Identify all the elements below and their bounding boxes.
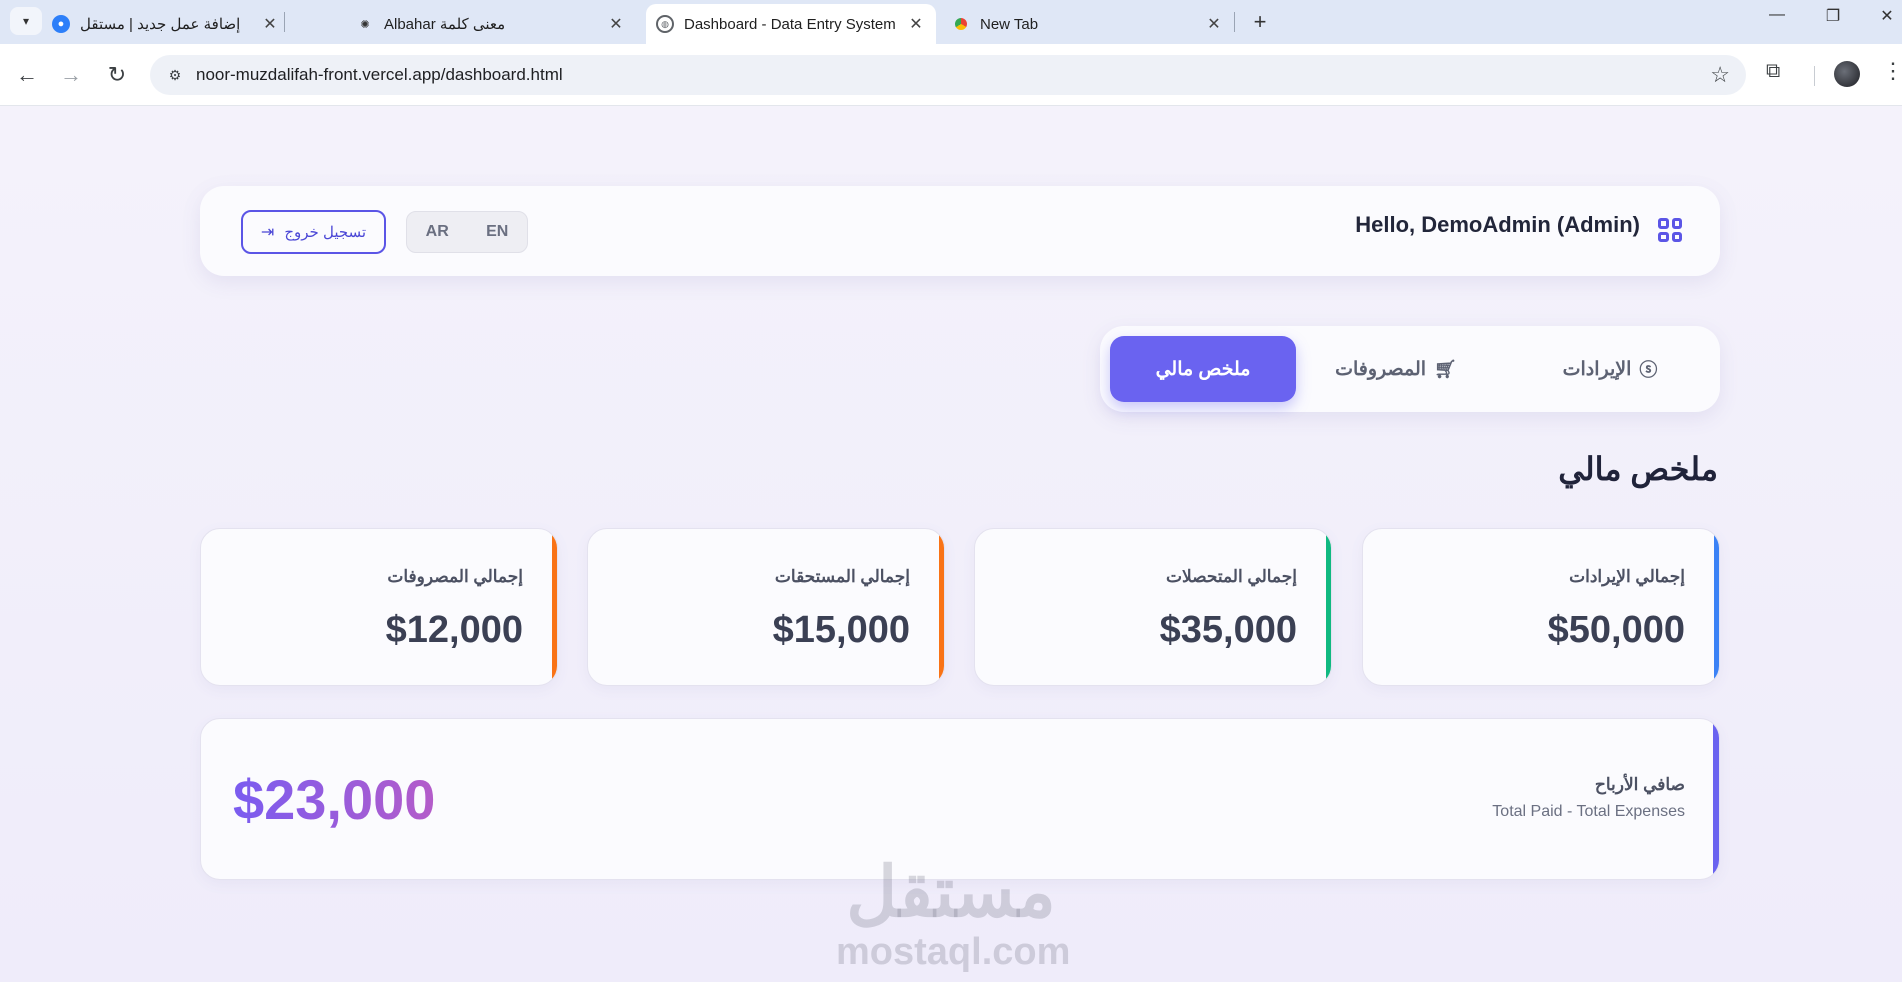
language-switcher: AR EN bbox=[406, 211, 528, 253]
card-label: إجمالي المصروفات bbox=[387, 567, 523, 586]
dollar-circle-icon: ⓢ bbox=[1639, 360, 1658, 380]
tab-label: المصروفات bbox=[1335, 358, 1427, 380]
card-value: $35,000 bbox=[1159, 609, 1297, 651]
net-profit-value: $23,000 bbox=[233, 768, 436, 831]
top-header: تسجيل خروج ⇥ AR EN Hello, DemoAdmin (Adm… bbox=[200, 186, 1720, 276]
card-label: إجمالي الإيرادات bbox=[1569, 567, 1685, 586]
card-total-collected: إجمالي المتحصلات $35,000 bbox=[974, 528, 1332, 686]
browser-tab-albahar[interactable]: ✺ معنى كلمة Albahar ✕ bbox=[356, 4, 626, 44]
card-accent-bar bbox=[1326, 529, 1331, 685]
logout-label: تسجيل خروج bbox=[284, 224, 367, 241]
section-tabs: ⓢ الإيرادات 🛒︎ المصروفات ملخص مالي bbox=[1100, 326, 1720, 412]
card-accent-bar bbox=[1713, 719, 1719, 879]
address-bar[interactable]: ⚙ noor-muzdalifah-front.vercel.app/dashb… bbox=[150, 55, 1746, 95]
restore-icon[interactable]: ❐ bbox=[1818, 6, 1848, 26]
window-close-icon[interactable]: ✕ bbox=[1872, 6, 1902, 26]
watermark-arabic: مستقل bbox=[846, 853, 1056, 931]
card-total-expenses: إجمالي المصروفات $12,000 bbox=[200, 528, 558, 686]
mostaql-favicon-icon: ● bbox=[52, 15, 70, 33]
section-title: ملخص مالي bbox=[1558, 451, 1718, 487]
tab-close-icon[interactable]: ✕ bbox=[260, 14, 280, 34]
tab-close-icon[interactable]: ✕ bbox=[606, 14, 626, 34]
card-accent-bar bbox=[939, 529, 944, 685]
reload-icon[interactable]: ↻ bbox=[102, 60, 132, 90]
card-value: $15,000 bbox=[772, 609, 910, 651]
more-menu-icon[interactable]: ⋮ bbox=[1882, 58, 1902, 84]
logout-icon: ⇥ bbox=[260, 224, 275, 241]
card-accent-bar bbox=[1714, 529, 1719, 685]
tab-divider bbox=[284, 12, 285, 32]
tab-title: New Tab bbox=[980, 15, 1039, 33]
browser-tab-newtab[interactable]: New Tab ✕ bbox=[952, 4, 1224, 44]
tab-revenues[interactable]: ⓢ الإيرادات bbox=[1520, 336, 1700, 402]
tab-title: Dashboard - Data Entry System bbox=[684, 15, 896, 33]
browser-tab-mostaql[interactable]: ● إضافة عمل جديد | مستقل ✕ bbox=[52, 4, 280, 44]
bookmark-star-icon[interactable]: ☆ bbox=[1710, 62, 1730, 88]
card-value: $50,000 bbox=[1547, 609, 1685, 651]
url-text[interactable]: noor-muzdalifah-front.vercel.app/dashboa… bbox=[196, 65, 563, 85]
chatgpt-favicon-icon: ✺ bbox=[360, 18, 370, 31]
browser-tab-dashboard[interactable]: ◍ Dashboard - Data Entry System ✕ bbox=[646, 4, 936, 44]
back-arrow-icon[interactable]: ← bbox=[12, 60, 42, 90]
extensions-puzzle-icon[interactable]: ⧉ bbox=[1766, 60, 1780, 83]
toolbar-divider bbox=[1814, 66, 1815, 86]
tab-close-icon[interactable]: ✕ bbox=[1204, 14, 1224, 34]
card-value: $12,000 bbox=[385, 609, 523, 651]
browser-tabstrip: ▾ ● إضافة عمل جديد | مستقل ✕ ✺ معنى كلمة… bbox=[0, 0, 1902, 44]
tab-financial-summary[interactable]: ملخص مالي bbox=[1110, 336, 1296, 402]
watermark-latin: mostaql.com bbox=[836, 931, 1071, 973]
tab-expenses[interactable]: 🛒︎ المصروفات bbox=[1306, 336, 1486, 402]
lang-ar-button[interactable]: AR bbox=[426, 223, 449, 241]
site-info-icon[interactable]: ⚙ bbox=[164, 64, 186, 86]
tab-label: الإيرادات bbox=[1562, 358, 1632, 380]
lang-en-button[interactable]: EN bbox=[486, 223, 508, 241]
chrome-favicon-icon bbox=[952, 15, 970, 33]
profile-avatar[interactable] bbox=[1834, 61, 1860, 87]
globe-favicon-icon: ◍ bbox=[656, 15, 674, 33]
card-accent-bar bbox=[552, 529, 557, 685]
net-profit-label: صافي الأرباح bbox=[1594, 775, 1685, 794]
mostaql-watermark: مستقل mostaql.com bbox=[836, 852, 1071, 973]
new-tab-button[interactable]: + bbox=[1246, 8, 1274, 36]
cart-icon: 🛒︎ bbox=[1434, 358, 1457, 379]
dashboard-grid-icon bbox=[1658, 218, 1682, 242]
minimize-icon[interactable]: — bbox=[1762, 6, 1792, 24]
chevron-down-icon: ▾ bbox=[22, 14, 30, 28]
card-total-receivables: إجمالي المستحقات $15,000 bbox=[587, 528, 945, 686]
tab-title: معنى كلمة Albahar bbox=[384, 16, 506, 33]
card-label: إجمالي المتحصلات bbox=[1165, 567, 1297, 586]
card-total-revenues: إجمالي الإيرادات $50,000 bbox=[1362, 528, 1720, 686]
net-profit-formula: Total Paid - Total Expenses bbox=[1492, 803, 1685, 820]
greeting-text: Hello, DemoAdmin (Admin) bbox=[1355, 212, 1640, 237]
tab-title: إضافة عمل جديد | مستقل bbox=[80, 16, 241, 33]
tab-divider bbox=[1234, 12, 1235, 32]
tab-close-icon[interactable]: ✕ bbox=[906, 14, 926, 34]
dashboard-page: تسجيل خروج ⇥ AR EN Hello, DemoAdmin (Adm… bbox=[0, 106, 1902, 982]
tab-label: ملخص مالي bbox=[1155, 358, 1251, 380]
forward-arrow-icon[interactable]: → bbox=[56, 60, 86, 90]
tab-search-button[interactable]: ▾ bbox=[10, 7, 42, 35]
browser-toolbar: ← → ↻ ⚙ noor-muzdalifah-front.vercel.app… bbox=[0, 44, 1902, 106]
card-label: إجمالي المستحقات bbox=[774, 567, 910, 586]
logout-button[interactable]: تسجيل خروج ⇥ bbox=[241, 210, 386, 254]
